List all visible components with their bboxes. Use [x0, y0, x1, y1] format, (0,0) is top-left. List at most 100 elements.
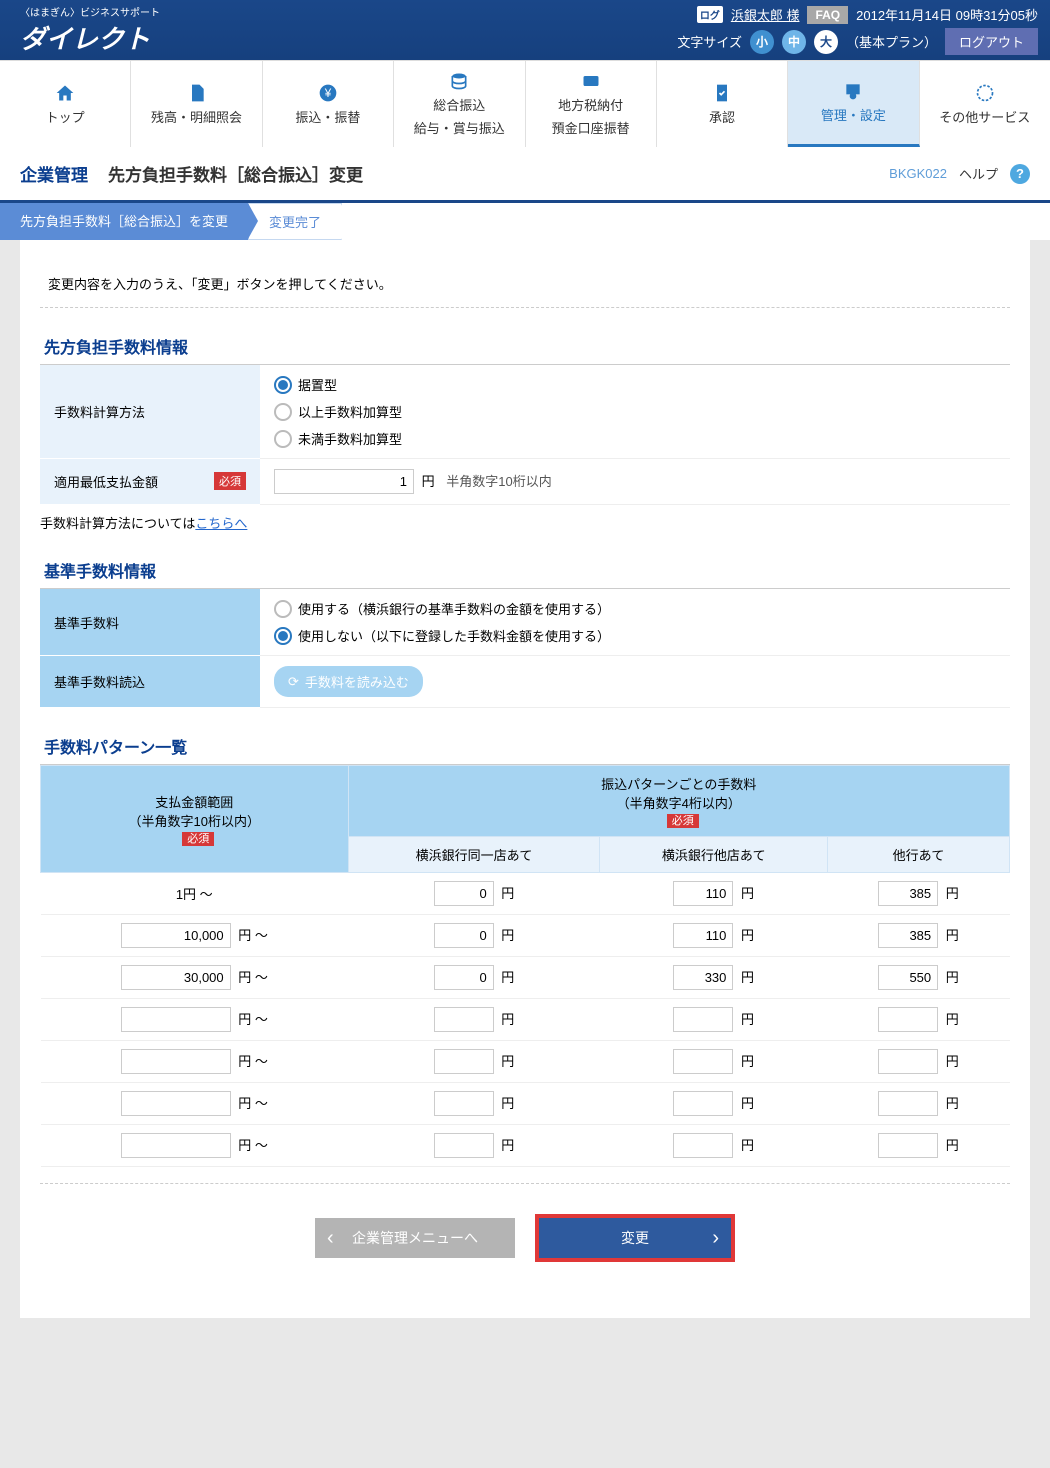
- logo[interactable]: 〈はまぎん〉ビジネスサポート ダイレクト: [20, 4, 160, 56]
- submit-button[interactable]: 変更: [535, 1214, 735, 1262]
- range-input[interactable]: [121, 1091, 231, 1116]
- unit-yen: 円: [498, 970, 515, 985]
- fee-input-same[interactable]: [434, 881, 494, 906]
- fee-input-otherbank[interactable]: [878, 1133, 938, 1158]
- font-size-small-button[interactable]: 小: [750, 30, 774, 54]
- fee-input-same[interactable]: [434, 923, 494, 948]
- fee-input-otherbank[interactable]: [878, 1049, 938, 1074]
- nav-bulk-transfer[interactable]: 総合振込 給与・賞与振込: [394, 61, 525, 147]
- range-input[interactable]: [121, 1133, 231, 1158]
- unit-yen: 円: [942, 928, 959, 943]
- font-size-large-button[interactable]: 大: [814, 30, 838, 54]
- base-fee-label: 基準手数料: [40, 589, 260, 656]
- fee-input-same[interactable]: [434, 965, 494, 990]
- fee-input-same[interactable]: [434, 1133, 494, 1158]
- range-suffix: 円 ～: [235, 1054, 268, 1069]
- unit-yen: 円: [422, 474, 435, 489]
- radio-ijou[interactable]: 以上手数料加算型: [274, 402, 996, 421]
- radio-miman[interactable]: 未満手数料加算型: [274, 429, 996, 448]
- document-icon: [187, 83, 207, 103]
- logo-title: ダイレクト: [20, 19, 160, 56]
- unit-yen: 円: [942, 970, 959, 985]
- load-fee-button[interactable]: ⟳ 手数料を読み込む: [274, 666, 423, 697]
- user-name-link[interactable]: 浜銀太郎 様: [731, 5, 800, 24]
- stack-icon: [449, 71, 469, 91]
- unit-yen: 円: [498, 1096, 515, 1111]
- unit-yen: 円: [737, 928, 754, 943]
- min-amount-hint: 半角数字10桁以内: [446, 474, 551, 489]
- range-input[interactable]: [121, 923, 231, 948]
- fee-input-otherbank[interactable]: [878, 923, 938, 948]
- note-link[interactable]: こちらへ: [195, 516, 247, 531]
- radio-label: 使用しない（以下に登録した手数料金額を使用する）: [298, 626, 610, 645]
- nav-label: その他サービス: [939, 107, 1030, 126]
- settings-icon: [843, 81, 863, 101]
- range-input[interactable]: [121, 1007, 231, 1032]
- fee-input-otherbranch[interactable]: [673, 965, 733, 990]
- nav-label: 残高・明細照会: [151, 107, 242, 126]
- section-pattern-title: 手数料パターン一覧: [40, 728, 1010, 765]
- col-range-label1: 支払金額範囲: [49, 792, 340, 811]
- nav-other[interactable]: その他サービス: [920, 61, 1050, 147]
- fee-input-otherbranch[interactable]: [673, 1007, 733, 1032]
- step-2: 変更完了: [248, 203, 342, 240]
- nav-top[interactable]: トップ: [0, 61, 131, 147]
- fee-input-same[interactable]: [434, 1091, 494, 1116]
- reload-icon: ⟳: [288, 674, 299, 690]
- range-input[interactable]: [121, 965, 231, 990]
- radio-use-base[interactable]: 使用する（横浜銀行の基準手数料の金額を使用する）: [274, 599, 996, 618]
- nav-tax[interactable]: 地方税納付 預金口座振替: [526, 61, 657, 147]
- step-indicator: 先方負担手数料［総合振込］を変更 変更完了: [0, 203, 1050, 240]
- range-suffix: 円 ～: [235, 1138, 268, 1153]
- fee-input-otherbank[interactable]: [878, 965, 938, 990]
- nav-label: 管理・設定: [821, 105, 886, 124]
- fee-input-otherbranch[interactable]: [673, 1049, 733, 1074]
- unit-yen: 円: [942, 1096, 959, 1111]
- range-suffix: 円 ～: [235, 970, 268, 985]
- unit-yen: 円: [737, 1096, 754, 1111]
- faq-button[interactable]: FAQ: [807, 6, 848, 24]
- fee-input-otherbranch[interactable]: [673, 1133, 733, 1158]
- min-amount-input[interactable]: [274, 469, 414, 494]
- radio-icon: [274, 376, 292, 394]
- radio-sueoki[interactable]: 据置型: [274, 375, 996, 394]
- nav-transfer[interactable]: ¥ 振込・振替: [263, 61, 394, 147]
- radio-label: 未満手数料加算型: [298, 429, 402, 448]
- help-link[interactable]: ヘルプ: [959, 164, 998, 183]
- fee-input-otherbranch[interactable]: [673, 881, 733, 906]
- fee-input-otherbank[interactable]: [878, 1091, 938, 1116]
- range-input[interactable]: [121, 1049, 231, 1074]
- font-size-medium-button[interactable]: 中: [782, 30, 806, 54]
- col-fee-label1: 振込パターンごとの手数料: [357, 774, 1001, 793]
- back-button[interactable]: 企業管理メニューへ: [315, 1218, 515, 1258]
- fee-input-otherbranch[interactable]: [673, 923, 733, 948]
- section-base-fee-title: 基準手数料情報: [40, 552, 1010, 589]
- help-icon[interactable]: ?: [1010, 164, 1030, 184]
- fee-input-otherbank[interactable]: [878, 1007, 938, 1032]
- nav-balance[interactable]: 残高・明細照会: [131, 61, 262, 147]
- radio-icon: [274, 627, 292, 645]
- col-same-branch: 横浜銀行同一店あて: [348, 837, 600, 873]
- unit-yen: 円: [737, 1054, 754, 1069]
- fee-input-same[interactable]: [434, 1007, 494, 1032]
- nav-admin[interactable]: 管理・設定: [788, 61, 919, 147]
- fee-input-same[interactable]: [434, 1049, 494, 1074]
- circle-icon: [975, 83, 995, 103]
- page-title: 先方負担手数料［総合振込］変更: [108, 161, 363, 186]
- range-fixed: 1円 ～: [41, 873, 349, 915]
- fee-input-otherbranch[interactable]: [673, 1091, 733, 1116]
- nav-label: トップ: [46, 107, 85, 126]
- table-row: 円 ～ 円 円 円: [41, 999, 1010, 1041]
- logout-button[interactable]: ログアウト: [945, 28, 1038, 55]
- nav-approval[interactable]: 承認: [657, 61, 788, 147]
- logo-subtitle: 〈はまぎん〉ビジネスサポート: [20, 4, 160, 19]
- intro-text: 変更内容を入力のうえ、「変更」ボタンを押してください。: [40, 260, 1010, 308]
- nav-label-line2: 給与・賞与振込: [414, 118, 505, 137]
- svg-text:¥: ¥: [324, 87, 332, 100]
- note-prefix: 手数料計算方法については: [40, 516, 195, 531]
- radio-no-base[interactable]: 使用しない（以下に登録した手数料金額を使用する）: [274, 626, 996, 645]
- fee-input-otherbank[interactable]: [878, 881, 938, 906]
- unit-yen: 円: [942, 886, 959, 901]
- datetime-label: 2012年11月14日 09時31分05秒: [856, 5, 1038, 24]
- unit-yen: 円: [498, 1012, 515, 1027]
